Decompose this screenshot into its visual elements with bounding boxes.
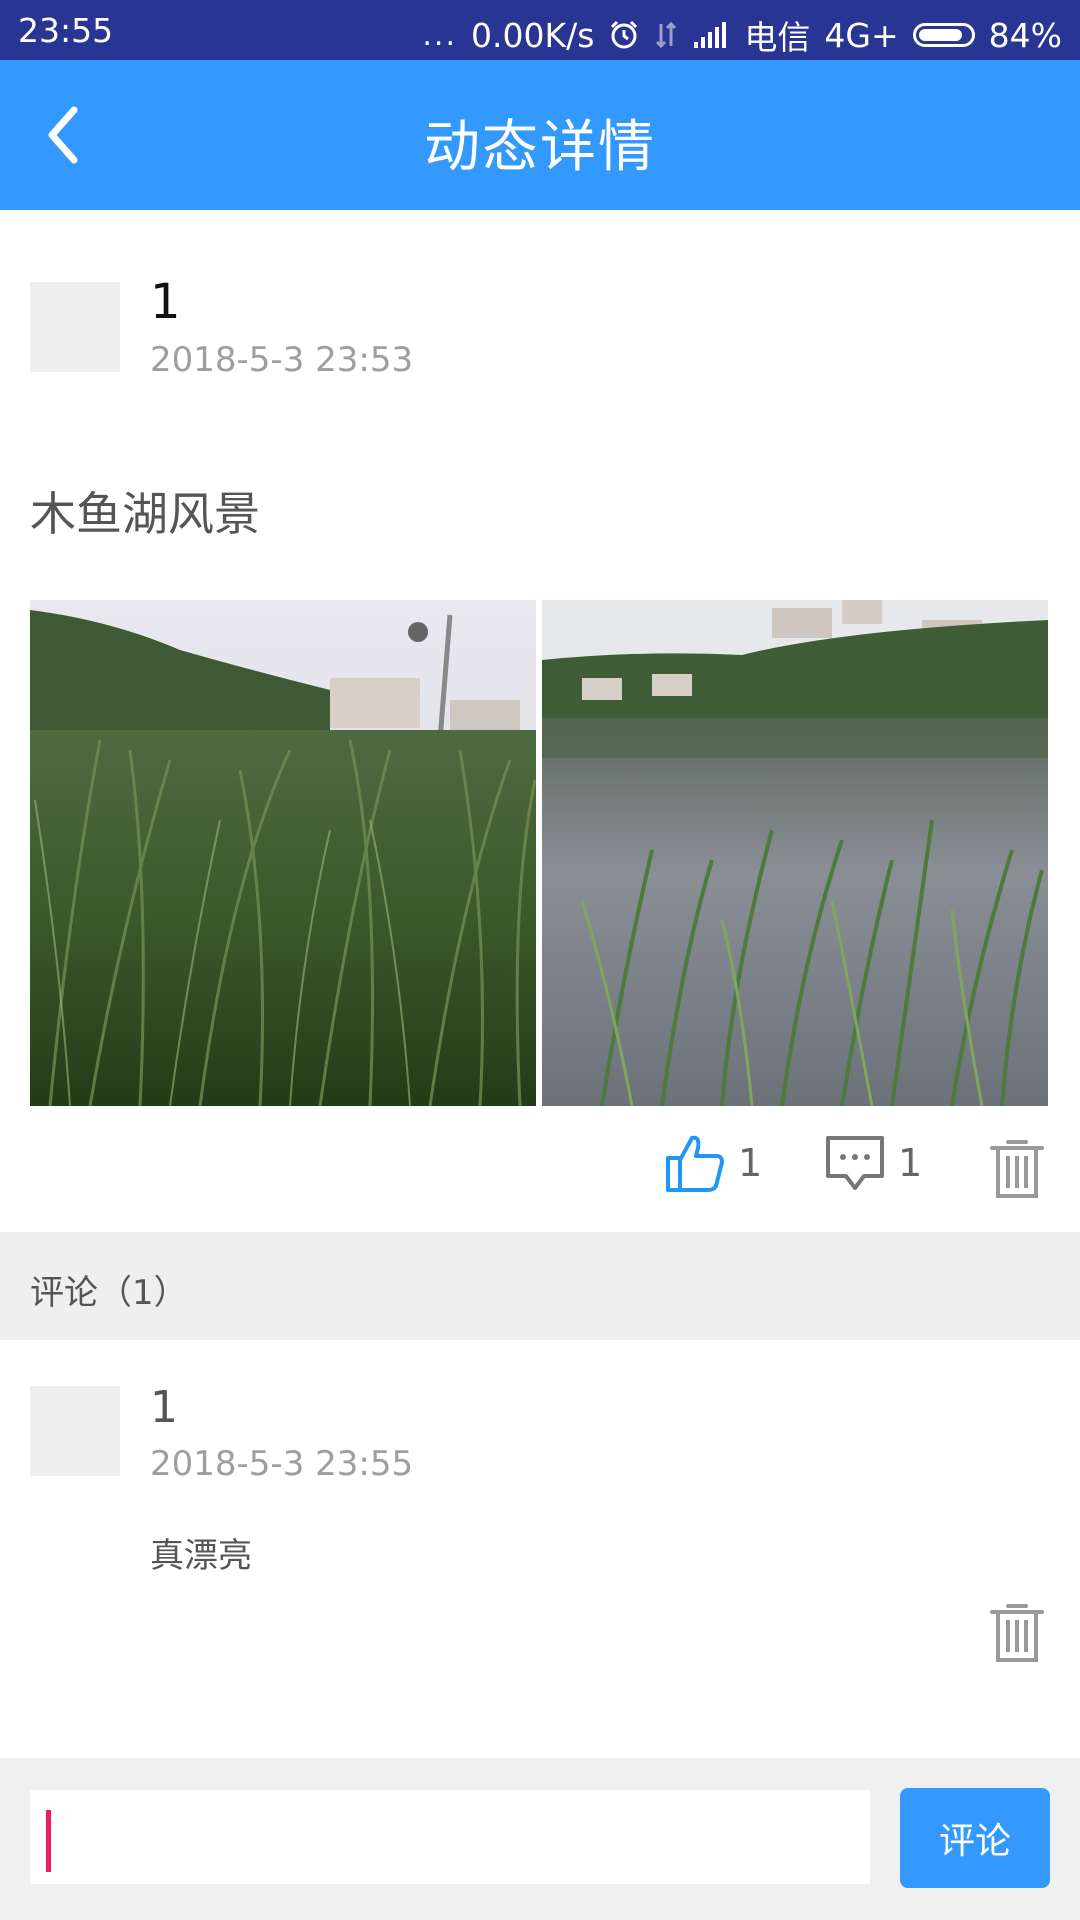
like-button[interactable]: 1 [664, 1132, 762, 1194]
thumbs-up-icon [666, 1135, 724, 1192]
comment-button[interactable]: 1 [824, 1132, 922, 1194]
comment-text: 真漂亮 [150, 1536, 252, 1576]
reeds-closeup-photo[interactable] [30, 600, 536, 1106]
battery-icon [912, 23, 975, 47]
post-author-avatar[interactable] [30, 282, 120, 372]
signal-icon [694, 22, 727, 48]
data-transfer-icon [656, 21, 677, 49]
comments-count-label: 评论（1） [30, 1273, 188, 1313]
text-caret [46, 1810, 51, 1872]
like-count: 1 [738, 1141, 763, 1185]
network-type: 4G+ [824, 15, 899, 55]
post-timestamp: 2018-5-3 23:53 [150, 340, 414, 380]
comment-input-bar: 评论 [0, 1758, 1080, 1920]
alarm-icon [611, 20, 638, 49]
comment-delete-icon[interactable] [988, 1600, 1046, 1664]
lake-view-photo[interactable] [542, 600, 1048, 1106]
network-speed: 0.00K/s [470, 15, 595, 55]
submit-comment-button[interactable]: 评论 [900, 1788, 1050, 1888]
carrier-label: 电信 [744, 18, 811, 57]
comment-bubble-icon [826, 1136, 884, 1190]
status-dots: ... [422, 17, 457, 53]
comment-input[interactable] [30, 1790, 870, 1884]
post-text: 木鱼湖风景 [30, 487, 260, 541]
battery-level: 84% [988, 15, 1062, 55]
comment-author-name[interactable]: 1 [150, 1382, 178, 1433]
app-bar: 动态详情 [0, 60, 1080, 210]
post-author-name[interactable]: 1 [150, 274, 181, 330]
post-delete-icon[interactable] [988, 1136, 1046, 1200]
status-time: 23:55 [18, 11, 114, 50]
comment-timestamp: 2018-5-3 23:55 [150, 1444, 414, 1484]
status-bar: 23:55 ... 0.00K/s 电信 4G+ 84% [0, 0, 1080, 60]
comments-section-header: 评论（1） [0, 1232, 1080, 1340]
comment-author-avatar[interactable] [30, 1386, 120, 1476]
page-title: 动态详情 [424, 115, 656, 180]
status-right: ... 0.00K/s 电信 4G+ 84% [422, 11, 1062, 59]
comment-count: 1 [898, 1141, 923, 1185]
